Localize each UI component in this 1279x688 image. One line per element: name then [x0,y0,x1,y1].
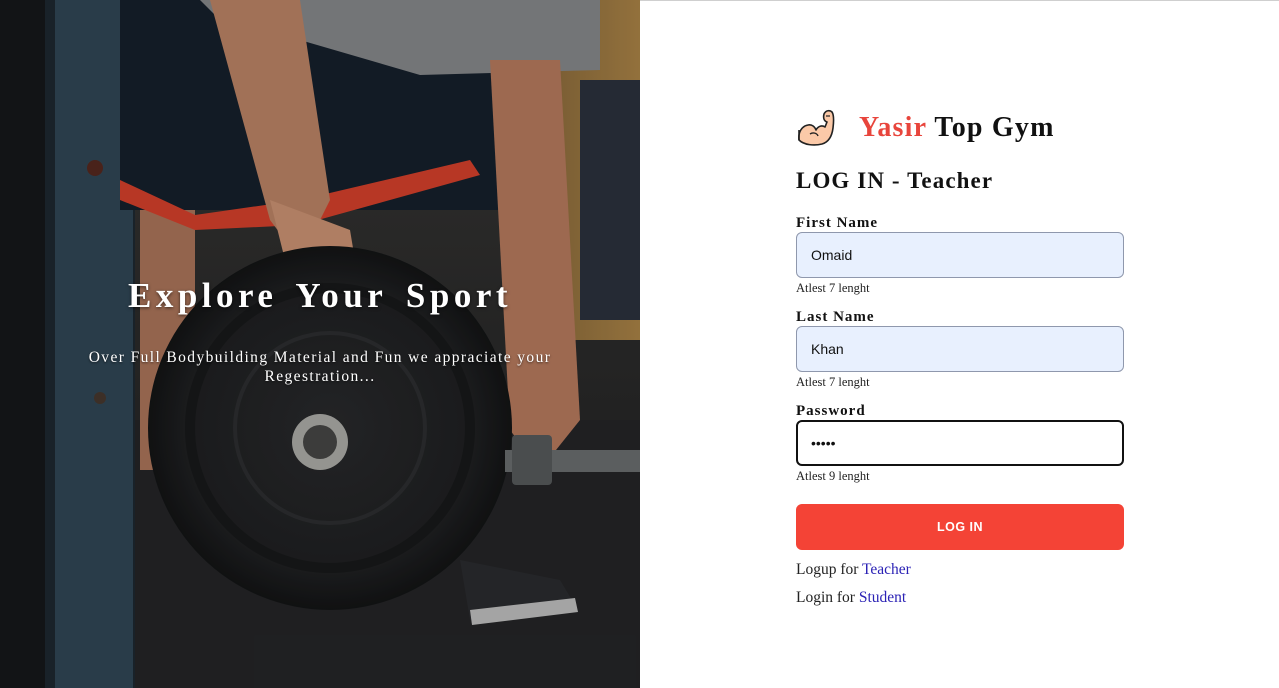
first-name-hint: Atlest 7 lenght [796,281,870,295]
login-prefix: Login for [796,589,855,606]
password-label: Password [796,403,866,419]
last-name-input[interactable] [796,326,1124,372]
last-name-field: Last Name Atlest 7 lenght [796,309,1126,390]
password-hint: Atlest 9 lenght [796,469,870,483]
flexed-biceps-icon [798,109,835,146]
login-button[interactable]: LOG IN [796,504,1124,550]
form-title: LOG IN - Teacher [796,168,994,193]
signup-teacher-link[interactable]: Teacher [862,561,911,578]
gym-background-photo [0,0,640,688]
password-input[interactable] [796,420,1124,466]
signup-teacher-line: Logup for Teacher [796,561,1126,579]
last-name-hint: Atlest 7 lenght [796,375,870,389]
brand-name: Yasir Top Gym [859,112,1055,144]
brand-name-accent: Yasir [859,112,927,143]
last-name-label: Last Name [796,309,875,325]
brand-name-rest: Top Gym [934,112,1055,143]
signup-prefix: Logup for [796,561,859,578]
brand: Yasir Top Gym [796,106,1126,150]
hero-panel: Explore Your Sport Over Full Bodybuildin… [0,0,640,688]
first-name-input[interactable] [796,232,1124,278]
first-name-field: First Name Atlest 7 lenght [796,215,1126,296]
login-student-link[interactable]: Student [859,589,906,606]
hero-subtitle: Over Full Bodybuilding Material and Fun … [88,349,552,385]
top-divider [640,0,1279,1]
first-name-label: First Name [796,215,879,231]
password-field: Password Atlest 9 lenght [796,403,1126,484]
login-student-line: Login for Student [796,589,1126,607]
hero-title: Explore Your Sport [127,276,513,315]
login-form: Yasir Top Gym LOG IN - Teacher First Nam… [796,106,1126,607]
